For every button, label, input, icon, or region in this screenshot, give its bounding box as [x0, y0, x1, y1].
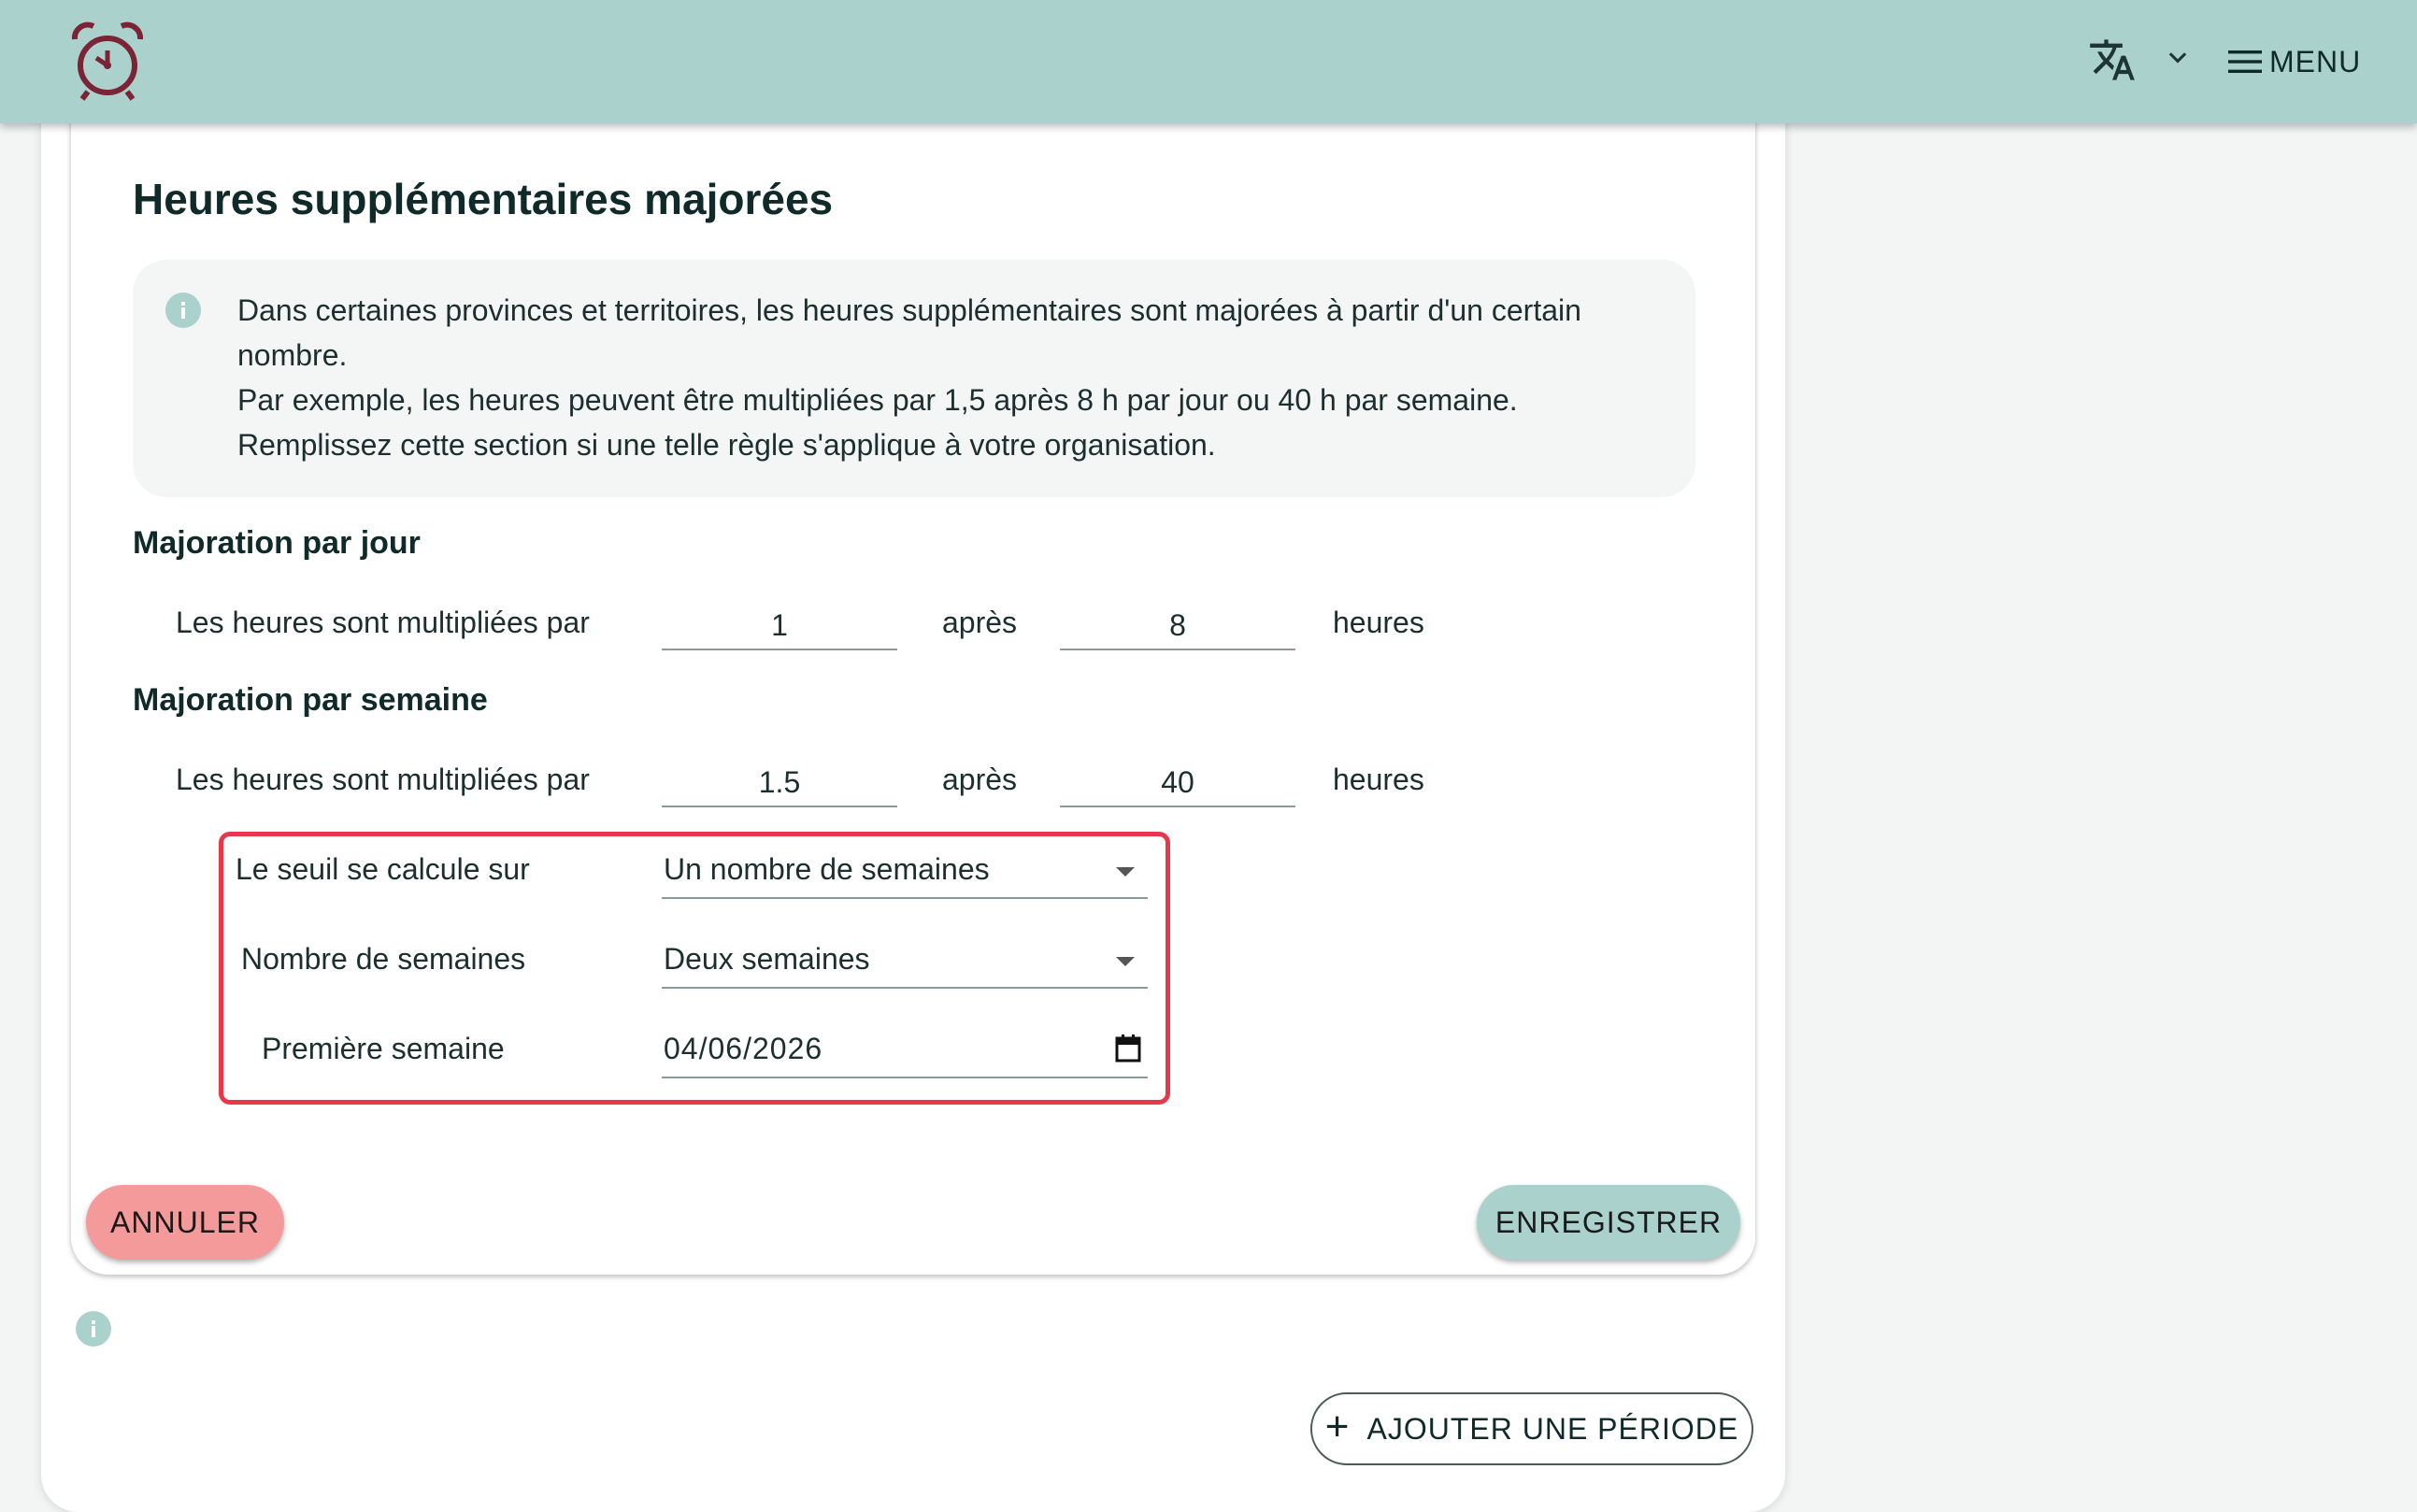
cancel-button[interactable]: ANNULER: [86, 1185, 284, 1260]
info-line: Dans certaines provinces et territoires,…: [237, 293, 1581, 327]
weekly-after-label: après: [942, 763, 1018, 796]
calendar-icon[interactable]: [1114, 1034, 1142, 1063]
daily-heading: Majoration par jour: [133, 525, 421, 561]
first-week-value: 04/06/2026: [664, 1032, 823, 1065]
dropdown-arrow-icon: [1116, 957, 1135, 966]
info-box: Dans certaines provinces et territoires,…: [133, 260, 1695, 497]
add-period-button[interactable]: + AJOUTER UNE PÉRIODE: [1310, 1392, 1753, 1465]
info-icon: [165, 292, 201, 328]
threshold-label: Le seuil se calcule sur: [236, 852, 530, 886]
daily-unit-label: heures: [1333, 606, 1424, 639]
alarm-clock-icon[interactable]: [67, 19, 148, 103]
info-line: nombre.: [237, 338, 348, 372]
weekly-heading: Majoration par semaine: [133, 682, 488, 718]
top-app-bar: MENU: [0, 0, 2417, 123]
chevron-down-icon[interactable]: [2165, 45, 2191, 71]
weekly-unit-label: heures: [1333, 763, 1424, 796]
translate-icon[interactable]: [2088, 36, 2137, 84]
page-title: Heures supplémentaires majorées: [133, 175, 834, 223]
weekly-hours-input[interactable]: [1060, 759, 1295, 807]
weeks-count-value: Deux semaines: [664, 942, 870, 976]
first-week-date-input[interactable]: 04/06/2026: [662, 1028, 1148, 1078]
info-icon[interactable]: [75, 1310, 112, 1348]
daily-multiplier-input[interactable]: [662, 602, 897, 650]
save-button[interactable]: ENREGISTRER: [1477, 1185, 1740, 1260]
info-text: Dans certaines provinces et territoires,…: [237, 288, 1581, 467]
info-line: Par exemple, les heures peuvent être mul…: [237, 383, 1518, 417]
threshold-value: Un nombre de semaines: [664, 852, 990, 886]
dropdown-arrow-icon: [1116, 867, 1135, 877]
hamburger-icon: [2228, 50, 2262, 73]
info-line: Remplissez cette section si une telle rè…: [237, 428, 1216, 462]
plus-icon: +: [1324, 1404, 1351, 1449]
daily-hours-input[interactable]: [1060, 602, 1295, 650]
threshold-select[interactable]: Un nombre de semaines: [662, 849, 1148, 899]
menu-button[interactable]: MENU: [2226, 37, 2361, 86]
weeks-count-label: Nombre de semaines: [241, 942, 526, 976]
daily-multiplier-label: Les heures sont multipliées par: [176, 606, 590, 639]
weekly-multiplier-label: Les heures sont multipliées par: [176, 763, 590, 796]
weekly-multiplier-input[interactable]: [662, 759, 897, 807]
daily-after-label: après: [942, 606, 1018, 639]
add-period-label: AJOUTER UNE PÉRIODE: [1366, 1411, 1739, 1446]
first-week-label: Première semaine: [262, 1032, 505, 1065]
menu-label: MENU: [2269, 44, 2362, 78]
weeks-count-select[interactable]: Deux semaines: [662, 938, 1148, 989]
